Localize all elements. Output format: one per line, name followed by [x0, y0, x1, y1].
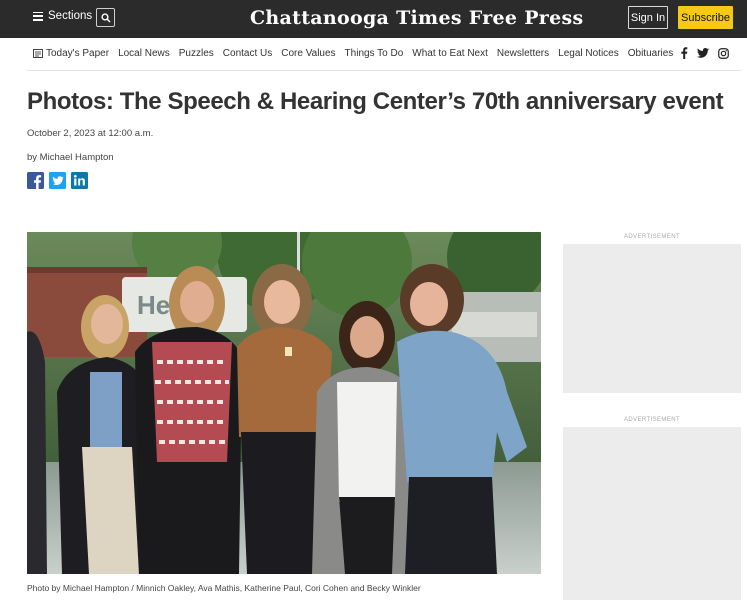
nav-item-legal-notices[interactable]: Legal Notices	[558, 48, 619, 59]
photo-caption: Photo by Michael Hampton / Minnich Oakle…	[27, 583, 421, 593]
nav-item-todays-paper[interactable]: Today's Paper	[33, 48, 109, 59]
linkedin-icon	[71, 172, 88, 189]
facebook-icon	[681, 47, 688, 59]
top-bar: Sections Chattanooga Times Free Press Si…	[0, 0, 747, 38]
article-byline: by Michael Hampton	[27, 152, 114, 163]
article-photo[interactable]: He	[27, 232, 541, 574]
newspaper-icon	[33, 49, 43, 58]
instagram-icon	[718, 47, 729, 59]
share-twitter-button[interactable]	[49, 172, 66, 189]
sign-in-button[interactable]: Sign In	[628, 6, 668, 29]
nav-item-core-values[interactable]: Core Values	[281, 48, 335, 59]
article-headline: Photos: The Speech & Hearing Center’s 70…	[27, 88, 724, 115]
site-logo[interactable]: Chattanooga Times Free Press	[250, 5, 583, 31]
twitter-link[interactable]	[697, 48, 709, 58]
search-icon	[100, 12, 111, 23]
nav-item-label: Today's Paper	[46, 48, 110, 59]
instagram-link[interactable]	[718, 47, 729, 59]
twitter-icon	[697, 48, 709, 58]
nav-item-local-news[interactable]: Local News	[118, 48, 170, 59]
twitter-icon	[49, 172, 66, 189]
sections-label: Sections	[48, 10, 93, 22]
advertisement-slot-2[interactable]	[563, 427, 741, 600]
hamburger-icon	[33, 11, 43, 21]
ad-label: ADVERTISEMENT	[623, 234, 681, 240]
building-sign-text: He	[137, 290, 170, 320]
facebook-link[interactable]	[680, 47, 688, 59]
nav-item-what-to-eat-next[interactable]: What to Eat Next	[412, 48, 488, 59]
share-buttons	[27, 172, 93, 189]
sections-menu-button[interactable]: Sections	[33, 10, 92, 22]
search-button[interactable]	[96, 8, 115, 27]
nav-item-contact-us[interactable]: Contact Us	[223, 48, 272, 59]
share-facebook-button[interactable]	[27, 172, 44, 189]
advertisement-slot-1[interactable]	[563, 244, 741, 393]
share-linkedin-button[interactable]	[71, 172, 88, 189]
nav-item-newsletters[interactable]: Newsletters	[497, 48, 549, 59]
social-links	[680, 47, 729, 59]
nav-divider	[27, 70, 741, 71]
group-photo-image: He	[27, 232, 541, 574]
nav-item-puzzles[interactable]: Puzzles	[179, 48, 214, 59]
main-nav: Today's Paper Local News Puzzles Contact…	[33, 48, 682, 59]
subscribe-button[interactable]: Subscribe	[678, 6, 733, 29]
ad-label: ADVERTISEMENT	[623, 417, 681, 423]
facebook-icon	[27, 172, 44, 189]
article-date: October 2, 2023 at 12:00 a.m.	[27, 128, 154, 139]
nav-item-things-to-do[interactable]: Things To Do	[345, 48, 404, 59]
nav-item-obituaries[interactable]: Obituaries	[628, 48, 674, 59]
